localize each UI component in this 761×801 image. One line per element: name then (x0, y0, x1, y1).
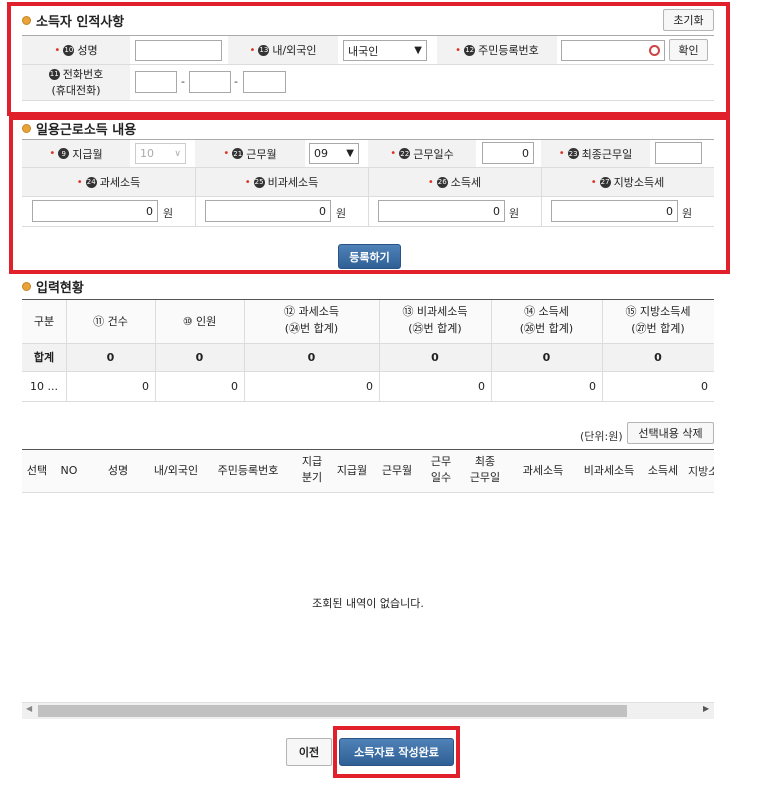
sum-row-cell: 0 (654, 350, 662, 364)
bullet-icon (22, 282, 31, 291)
data-row-cell: 0 (589, 380, 596, 393)
status-header-people: ⑩ 인원 (182, 314, 217, 328)
list-header-lastday-2: 근무일 (469, 471, 501, 485)
status-header-localtax-sum: (㉗번 합계) (631, 322, 685, 336)
highlight-box-personal (7, 2, 730, 116)
list-header-taxable: 과세소득 (522, 464, 564, 478)
list-header-resident: 주민등록번호 (217, 464, 279, 478)
status-header-incometax-sum: (㉖번 합계) (519, 322, 574, 336)
status-header-category: 구분 (33, 314, 55, 328)
unit-label: (단위:원) (580, 430, 623, 443)
empty-message: 조회된 내역이 없습니다. (312, 597, 424, 611)
status-header-nontax-sum: (㉕번 합계) (408, 322, 462, 336)
list-header-nontax: 비과세소득 (583, 464, 635, 478)
sum-row-cell: 0 (195, 350, 204, 364)
list-header-select: 선택 (26, 464, 48, 478)
divider (22, 492, 714, 493)
data-row-cell: 0 (366, 380, 373, 393)
sum-row-cell: 0 (431, 350, 439, 364)
list-header-nationality: 내/외국인 (153, 464, 199, 478)
status-header-count: ⑪ 건수 (93, 314, 128, 328)
prev-button[interactable]: 이전 (286, 738, 332, 766)
status-header-nontax: ⑬ 비과세소득 (402, 305, 468, 319)
scrollbar-thumb[interactable] (38, 705, 627, 717)
data-row-cell: 0 (142, 380, 149, 393)
delete-selected-button[interactable]: 선택내용 삭제 (627, 422, 714, 444)
highlight-box-income (9, 116, 730, 274)
list-header-workdays-2: 일수 (430, 471, 452, 485)
sum-row-cell: 0 (542, 350, 551, 364)
section-title-status: 입력현황 (22, 277, 84, 296)
list-header-no: NO (60, 464, 78, 478)
list-header-incometax: 소득세 (647, 464, 679, 478)
highlight-box-complete (333, 726, 460, 778)
list-header-name: 성명 (107, 464, 129, 478)
sum-row-cell: 0 (307, 350, 316, 364)
status-header-localtax: ⑮ 지방소득세 (625, 305, 691, 319)
status-header-taxable-sum: (㉔번 합계) (284, 322, 339, 336)
status-header-taxable: ⑫ 과세소득 (284, 305, 339, 319)
status-header-incometax: ⑭ 소득세 (524, 305, 569, 319)
data-row-label: 10 ... (30, 379, 58, 393)
data-row-cell: 0 (231, 380, 238, 393)
scroll-right-icon[interactable]: ▶ (703, 704, 709, 713)
list-header-localtax: 지방소 (688, 465, 714, 478)
divider (22, 401, 714, 402)
sum-row-cell: 0 (106, 350, 115, 364)
list-header-paymonth: 지급월 (336, 464, 368, 478)
data-row-cell: 0 (478, 380, 485, 393)
list-header-payquarter-2: 분기 (301, 471, 323, 485)
data-row-cell: 0 (701, 380, 708, 393)
sum-row-label: 합계 (33, 350, 55, 364)
list-header-workmonth: 근무월 (381, 464, 413, 478)
scroll-left-icon[interactable]: ◀ (26, 704, 32, 713)
